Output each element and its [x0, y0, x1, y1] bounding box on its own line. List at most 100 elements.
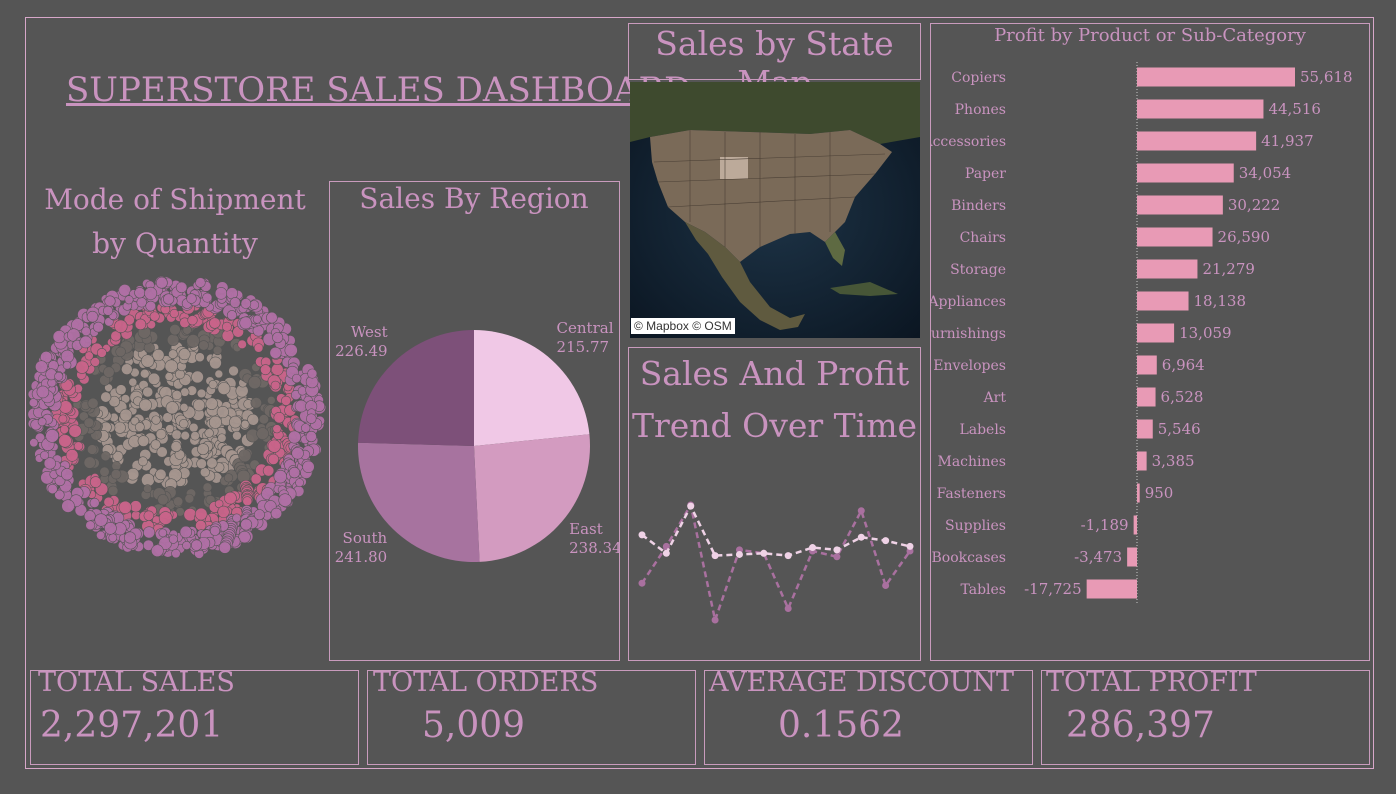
shipment-bubble[interactable] — [137, 435, 150, 447]
shipment-bubble[interactable] — [83, 417, 95, 428]
shipment-bubble[interactable] — [278, 493, 292, 507]
shipment-bubble[interactable] — [58, 400, 73, 414]
shipment-bubble[interactable] — [62, 360, 72, 370]
shipment-bubble[interactable] — [260, 364, 271, 376]
shipment-bubble[interactable] — [171, 389, 183, 401]
shipment-bubble[interactable] — [273, 469, 288, 484]
shipment-bubble[interactable] — [60, 349, 75, 363]
shipment-bubble[interactable] — [267, 396, 276, 405]
shipment-bubble[interactable] — [229, 415, 242, 429]
shipment-bubble[interactable] — [240, 419, 250, 429]
trend-point[interactable] — [711, 552, 719, 560]
shipment-bubble[interactable] — [272, 424, 282, 434]
shipment-bubble[interactable] — [150, 439, 161, 450]
shipment-bubble[interactable] — [134, 287, 146, 299]
shipment-bubble[interactable] — [240, 298, 252, 309]
trend-point[interactable] — [906, 542, 914, 550]
profit-bar-tables[interactable] — [1086, 579, 1137, 599]
shipment-bubble[interactable] — [90, 357, 101, 367]
shipment-bubble[interactable] — [267, 453, 280, 465]
shipment-bubble[interactable] — [195, 277, 206, 288]
shipment-bubble[interactable] — [113, 421, 126, 434]
shipment-bubble[interactable] — [158, 528, 168, 538]
shipment-bubble[interactable] — [164, 372, 174, 382]
shipment-bubble[interactable] — [155, 276, 168, 289]
shipment-bubble[interactable] — [222, 321, 232, 332]
shipment-bubble[interactable] — [174, 369, 185, 380]
trend-point[interactable] — [735, 550, 743, 558]
shipment-bubble[interactable] — [129, 500, 142, 513]
trend-point[interactable] — [711, 616, 719, 624]
shipment-bubble[interactable] — [152, 348, 165, 362]
shipment-bubble[interactable] — [166, 333, 180, 347]
trend-point[interactable] — [760, 549, 768, 557]
shipment-bubble[interactable] — [217, 382, 231, 395]
shipment-bubble[interactable] — [103, 496, 114, 508]
shipment-bubble[interactable] — [86, 444, 98, 455]
trend-point[interactable] — [784, 552, 792, 560]
shipment-bubble[interactable] — [36, 385, 50, 399]
shipment-bubble[interactable] — [214, 287, 228, 300]
shipment-bubble[interactable] — [238, 449, 252, 463]
trend-point[interactable] — [638, 579, 646, 587]
shipment-bubble[interactable] — [242, 496, 253, 507]
sales-state-map[interactable] — [630, 82, 920, 338]
shipment-bubble[interactable] — [83, 456, 96, 469]
shipment-bubble[interactable] — [107, 485, 119, 497]
shipment-bubble[interactable] — [58, 414, 68, 424]
shipment-bubble[interactable] — [217, 505, 230, 518]
shipment-bubble[interactable] — [249, 300, 260, 310]
shipment-bubble[interactable] — [110, 469, 122, 480]
shipment-bubble[interactable] — [229, 297, 241, 308]
shipment-bubble[interactable] — [253, 509, 265, 521]
shipment-bubble[interactable] — [151, 544, 164, 557]
shipment-bubble[interactable] — [197, 443, 209, 456]
trend-point[interactable] — [882, 582, 890, 589]
shipment-bubble[interactable] — [144, 286, 158, 300]
shipment-bubble[interactable] — [45, 429, 59, 443]
shipment-bubble[interactable] — [232, 430, 242, 441]
shipment-bubble[interactable] — [86, 310, 99, 323]
shipment-bubble[interactable] — [108, 533, 118, 543]
shipment-bubble[interactable] — [295, 478, 304, 488]
profit-bar-storage[interactable] — [1137, 259, 1198, 279]
profit-bar-phones[interactable] — [1137, 99, 1264, 119]
profit-bar-machines[interactable] — [1137, 451, 1147, 471]
shipment-bubble[interactable] — [273, 411, 285, 424]
shipment-bubble[interactable] — [79, 335, 93, 349]
shipment-bubble[interactable] — [118, 283, 132, 297]
profit-bar-furnishings[interactable] — [1137, 323, 1175, 343]
profit-bar-appliances[interactable] — [1137, 291, 1189, 311]
shipment-bubble[interactable] — [179, 403, 189, 412]
shipment-bubble[interactable] — [190, 431, 200, 441]
shipment-bubble[interactable] — [89, 497, 100, 508]
shipment-bubble[interactable] — [228, 365, 239, 377]
profit-bar-art[interactable] — [1137, 387, 1156, 407]
shipment-bubble[interactable] — [253, 343, 264, 353]
shipment-bubble[interactable] — [256, 427, 269, 440]
shipment-bubble[interactable] — [206, 457, 218, 469]
shipment-bubble[interactable] — [198, 340, 209, 351]
shipment-bubble[interactable] — [180, 430, 190, 441]
shipment-bubble[interactable] — [248, 375, 262, 390]
profit-bar-bookcases[interactable] — [1127, 547, 1137, 567]
trend-point[interactable] — [638, 531, 646, 539]
shipment-bubble[interactable] — [192, 399, 206, 412]
shipment-bubble[interactable] — [182, 540, 192, 550]
shipment-bubble[interactable] — [272, 332, 284, 344]
trend-point[interactable] — [857, 533, 865, 541]
shipment-bubble[interactable] — [128, 377, 138, 387]
shipment-bubble[interactable] — [163, 293, 175, 305]
shipment-bubble[interactable] — [37, 417, 47, 427]
shipment-bubble[interactable] — [208, 379, 218, 389]
shipment-bubble[interactable] — [35, 360, 48, 374]
shipment-bubble[interactable] — [250, 397, 262, 409]
shipment-bubble[interactable] — [141, 354, 155, 368]
shipment-bubble[interactable] — [151, 415, 161, 425]
shipment-bubble[interactable] — [121, 363, 133, 376]
shipment-bubble[interactable] — [214, 369, 224, 379]
shipment-bubble[interactable] — [61, 468, 74, 481]
shipment-bubble[interactable] — [217, 433, 227, 443]
shipment-bubble[interactable] — [266, 311, 278, 324]
shipment-bubble[interactable] — [194, 507, 208, 521]
